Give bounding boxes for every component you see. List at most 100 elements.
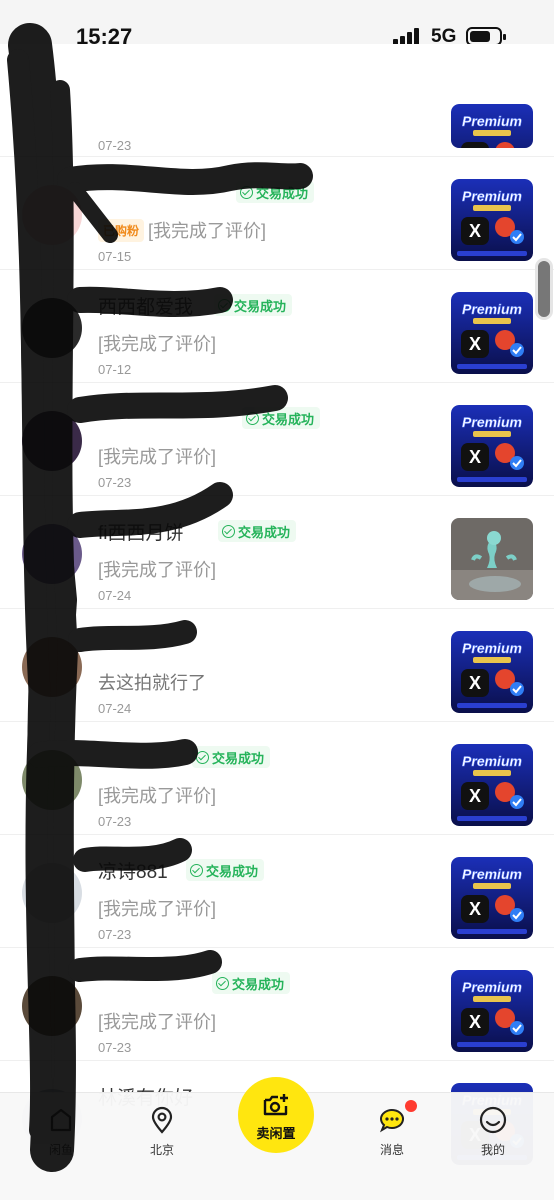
svg-text:X: X [469, 447, 481, 467]
camera-plus-icon [263, 1094, 288, 1116]
unread-badge [405, 1100, 417, 1112]
message-date: 07-23 [98, 814, 132, 829]
tab-label: 闲鱼 [48, 1143, 73, 1157]
svg-text:X: X [469, 221, 481, 241]
svg-text:Premium: Premium [462, 866, 522, 882]
list-item[interactable]: 凉诗881 交易成功 [我完成了评价] 07-23 Premium X [0, 835, 554, 948]
product-thumbnail: Premium X [451, 104, 533, 148]
message-date: 07-23 [98, 475, 132, 490]
premium-thumbnail-art: Premium X [451, 179, 533, 261]
avatar [22, 524, 82, 584]
avatar [22, 637, 82, 697]
product-thumbnail [451, 518, 533, 600]
scroll-indicator[interactable] [535, 258, 553, 320]
svg-text:X: X [469, 673, 481, 693]
message-date: 07-23 [98, 1040, 132, 1055]
contact-name: fi西西月饼 [98, 523, 184, 544]
svg-text:Premium: Premium [462, 753, 522, 769]
check-circle-icon [190, 863, 203, 877]
list-item[interactable]: 交易成功 [我完成了评价] 07-23 Premium X [0, 722, 554, 835]
product-thumbnail: Premium X [451, 179, 533, 261]
message-preview: [我完成了评价] [98, 1012, 217, 1032]
svg-text:Premium: Premium [462, 414, 522, 430]
svg-text:Premium: Premium [462, 301, 522, 317]
list-item[interactable]: 交易成功 已购粉 [我完成了评价] 07-15 Premium X [0, 157, 554, 270]
svg-text:Premium: Premium [462, 113, 522, 129]
check-circle-icon [216, 976, 229, 990]
home-icon [50, 1108, 72, 1132]
product-thumbnail: Premium X [451, 292, 533, 374]
tab-label: 我的 [480, 1143, 505, 1157]
product-thumbnail: Premium X [451, 744, 533, 826]
check-circle-icon [246, 411, 259, 425]
status-badge: 交易成功 [212, 972, 291, 994]
check-circle-icon [196, 750, 209, 764]
check-circle-icon [218, 298, 231, 312]
list-item[interactable]: 交易成功 [我完成了评价] 07-23 Premium X [0, 948, 554, 1061]
product-thumbnail: Premium X [451, 970, 533, 1052]
premium-thumbnail-art: Premium X [451, 857, 533, 939]
svg-text:Premium: Premium [462, 979, 522, 995]
list-item[interactable]: 西西都爱我 交易成功 [我完成了评价] 07-12 Premium X [0, 270, 554, 383]
fan-tag: 已购粉 [98, 219, 145, 242]
check-circle-icon [240, 185, 253, 199]
message-preview: 去这拍就行了 [98, 673, 206, 693]
product-thumbnail: Premium X [451, 631, 533, 713]
figure-photo [451, 518, 533, 600]
svg-text:X: X [469, 786, 481, 806]
list-item[interactable]: 交易成功 [我完成了评价] 07-23 Premium X [0, 383, 554, 496]
tab-label: 北京 [149, 1143, 174, 1157]
profile-icon [479, 1106, 507, 1134]
premium-thumbnail-art: Premium X [451, 292, 533, 374]
message-icon [379, 1109, 404, 1133]
avatar [22, 411, 82, 471]
tab-location[interactable]: 北京 [127, 1105, 197, 1158]
avatar [22, 750, 82, 810]
check-circle-icon [222, 524, 235, 538]
sell-button[interactable]: 卖闲置 [238, 1077, 314, 1153]
svg-text:Premium: Premium [462, 188, 522, 204]
avatar [22, 863, 82, 923]
premium-thumbnail-art: Premium X [451, 631, 533, 713]
contact-name: 西西都爱我 [98, 297, 194, 318]
status-badge: 交易成功 [218, 520, 297, 542]
avatar [22, 976, 82, 1036]
list-item[interactable]: 07-23 Premium X [0, 44, 554, 157]
message-date: 07-15 [98, 249, 132, 264]
message-date: 07-23 [98, 927, 132, 942]
message-date: 07-24 [98, 701, 132, 716]
message-preview: [我完成了评价] [98, 334, 217, 354]
message-preview: [我完成了评价] [98, 560, 217, 580]
status-badge: 交易成功 [186, 859, 265, 881]
tab-profile[interactable]: 我的 [458, 1105, 528, 1158]
svg-text:X: X [469, 334, 481, 354]
message-date: 07-12 [98, 362, 132, 377]
message-preview: [我完成了评价] [98, 899, 217, 919]
svg-text:X: X [469, 146, 481, 148]
message-preview: [我完成了评价] [98, 447, 217, 467]
premium-thumbnail-art: Premium X [451, 970, 533, 1052]
tab-messages[interactable]: 消息 [357, 1105, 427, 1158]
status-badge: 交易成功 [242, 407, 321, 429]
tab-home[interactable]: 闲鱼 [26, 1105, 96, 1158]
status-badge: 交易成功 [192, 746, 271, 768]
premium-thumbnail-art: Premium X [451, 104, 533, 148]
product-thumbnail: Premium X [451, 405, 533, 487]
list-item[interactable]: 去这拍就行了 07-24 Premium X [0, 609, 554, 722]
message-date: 07-23 [98, 138, 132, 153]
message-preview: [我完成了评价] [98, 786, 217, 806]
svg-text:Premium: Premium [462, 640, 522, 656]
status-badge: 交易成功 [214, 294, 293, 316]
message-preview: 已购粉 [我完成了评价] [98, 217, 266, 243]
tab-label: 消息 [379, 1143, 404, 1157]
location-icon [151, 1106, 173, 1134]
contact-name: 凉诗881 [98, 862, 168, 883]
product-thumbnail: Premium X [451, 857, 533, 939]
svg-text:X: X [469, 899, 481, 919]
premium-thumbnail-art: Premium X [451, 744, 533, 826]
list-item[interactable]: fi西西月饼 交易成功 [我完成了评价] 07-24 [0, 496, 554, 609]
avatar [22, 298, 82, 358]
status-badge: 交易成功 [236, 181, 315, 203]
avatar [22, 185, 82, 245]
message-date: 07-24 [98, 588, 132, 603]
